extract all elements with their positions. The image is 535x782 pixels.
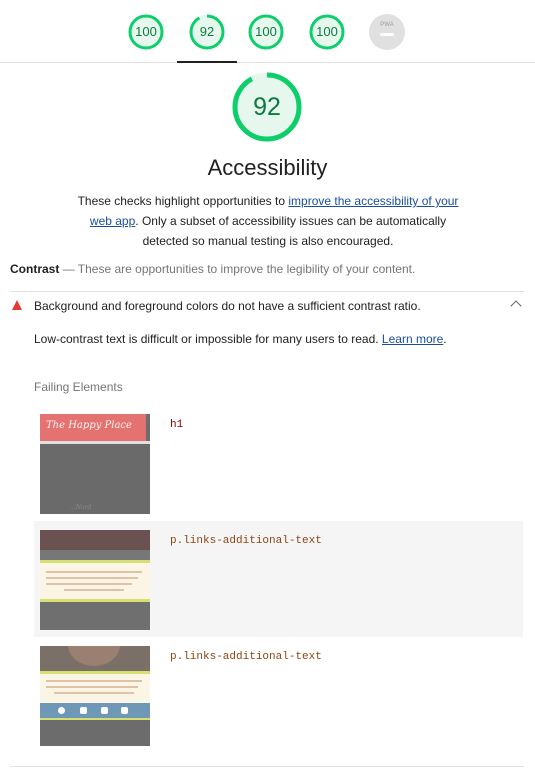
thumb-nav — [40, 550, 150, 560]
element-selector: p.links-additional-text — [170, 535, 322, 547]
audit-description-text: Low-contrast text is difficult or imposs… — [34, 332, 382, 346]
gauge-score: 92 — [199, 24, 215, 39]
thumb-body — [40, 718, 150, 746]
audit-description: Low-contrast text is difficult or imposs… — [34, 332, 514, 346]
group-title: Contrast — [10, 262, 60, 276]
failing-element-row[interactable]: p.links-additional-text — [34, 521, 523, 637]
gauge-performance[interactable]: 100 — [128, 14, 164, 50]
element-screenshot-thumbnail — [40, 646, 150, 746]
failing-elements-label: Failing Elements — [34, 380, 123, 394]
element-screenshot-thumbnail — [40, 530, 150, 630]
twitter-icon — [80, 707, 87, 714]
gauge-seo[interactable]: 100 — [309, 14, 345, 50]
thumb-heading-text: The Happy Place — [46, 420, 132, 431]
instagram-icon — [121, 707, 128, 714]
gauge-label: PWA — [380, 22, 394, 28]
failing-element-row[interactable]: The Happy Place ...Nord h1 — [34, 405, 523, 521]
thumb-header — [40, 530, 150, 550]
thumb-divider — [40, 441, 150, 444]
thumb-highlight — [40, 560, 150, 602]
category-gauge: 92 — [231, 71, 303, 143]
thumb-body — [40, 602, 150, 630]
active-tab-indicator — [177, 61, 237, 63]
element-screenshot-thumbnail: The Happy Place ...Nord — [40, 414, 150, 514]
element-selector: p.links-additional-text — [170, 651, 322, 663]
facebook-icon — [58, 707, 65, 714]
gauge-accessibility[interactable]: 92 — [189, 14, 225, 50]
description-text: . Only a subset of accessibility issues … — [135, 214, 447, 248]
audit-header-contrast[interactable]: Background and foreground colors do not … — [10, 292, 524, 322]
description-text: These checks highlight opportunities to — [77, 194, 289, 208]
chevron-up-icon[interactable] — [510, 300, 522, 312]
dash-icon — [380, 33, 394, 36]
thumb-body — [40, 444, 150, 514]
category-title: Accessibility — [207, 155, 328, 180]
gauge-score: 100 — [255, 24, 277, 39]
gauge-score: 100 — [135, 24, 157, 39]
thumb-social-bar — [40, 703, 150, 718]
learn-more-link[interactable]: Learn more — [382, 332, 443, 346]
category-description: These checks highlight opportunities to … — [68, 191, 468, 251]
divider — [10, 766, 524, 767]
contrast-group-header: Contrast — These are opportunities to im… — [10, 261, 520, 277]
thumb-highlight — [40, 671, 150, 703]
group-separator: — — [59, 262, 78, 276]
email-icon — [101, 707, 108, 714]
gauge-pwa[interactable]: PWA — [369, 14, 405, 50]
element-selector: h1 — [170, 419, 184, 431]
audit-title: Background and foreground colors do not … — [34, 299, 421, 313]
pwa-badge-icon — [369, 14, 405, 50]
fail-triangle-icon — [12, 300, 22, 310]
group-description: These are opportunities to improve the l… — [77, 262, 416, 276]
failing-element-row[interactable]: p.links-additional-text — [34, 637, 523, 753]
category-score: 92 — [253, 93, 281, 121]
thumb-footer-text: ...Nord — [70, 504, 92, 511]
thumb-highlight: The Happy Place — [40, 414, 146, 441]
score-gauges-bar: 100 92 100 100 PWA — [0, 0, 535, 63]
gauge-best-practices[interactable]: 100 — [248, 14, 284, 50]
thumb-divider — [40, 718, 150, 720]
period: . — [443, 332, 447, 346]
gauge-score: 100 — [316, 24, 338, 39]
